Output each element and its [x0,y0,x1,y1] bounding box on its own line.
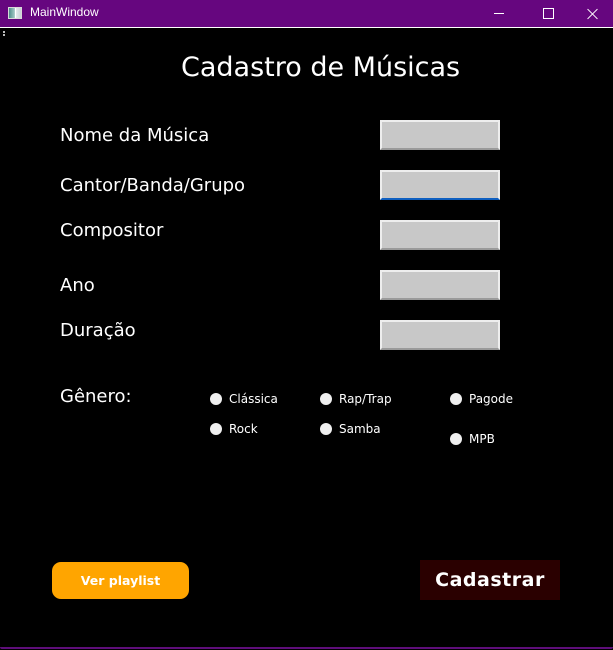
genre-radio-rock[interactable]: Rock [210,422,258,436]
song-name-label: Nome da Música [60,125,210,146]
year-label: Ano [60,275,95,296]
toolbar-grip-handle[interactable] [3,31,5,37]
composer-label: Compositor [60,220,164,241]
close-button[interactable] [569,0,613,27]
radio-circle-icon [210,423,222,435]
radio-label: Rap/Trap [339,392,392,406]
year-input[interactable] [380,270,500,300]
page-title: Cadastro de Músicas [181,52,461,83]
maximize-button[interactable] [525,0,571,27]
window-title: MainWindow [30,5,99,19]
radio-circle-icon [320,423,332,435]
duration-label: Duração [60,320,136,341]
radio-label: Clássica [229,392,278,406]
radio-circle-icon [450,393,462,405]
main-window: MainWindow Cadastro de Músicas Nome da M… [0,0,613,650]
artist-label: Cantor/Banda/Grupo [60,175,246,196]
genre-radio-samba[interactable]: Samba [320,422,381,436]
minimize-icon [494,13,504,14]
song-name-input[interactable] [380,120,500,150]
view-playlist-button[interactable]: Ver playlist [52,562,189,599]
genre-label: Gênero: [60,386,132,407]
minimize-button[interactable] [476,0,522,27]
radio-label: Pagode [469,392,514,406]
register-button[interactable]: Cadastrar [420,560,560,600]
genre-radio-classica[interactable]: Clássica [210,392,278,406]
genre-radio-mpb[interactable]: MPB [450,432,495,446]
radio-label: Rock [229,422,258,436]
close-icon [587,8,598,19]
composer-input[interactable] [380,220,500,250]
radio-label: MPB [469,432,495,446]
window-bottom-border [0,647,613,649]
genre-radio-pagode[interactable]: Pagode [450,392,513,406]
radio-circle-icon [450,433,462,445]
maximize-icon [542,8,554,19]
duration-input[interactable] [380,320,500,350]
title-bar[interactable]: MainWindow [0,0,613,27]
app-icon [8,7,22,19]
radio-label: Samba [339,422,381,436]
radio-circle-icon [210,393,222,405]
genre-radio-rap-trap[interactable]: Rap/Trap [320,392,392,406]
artist-input[interactable] [380,170,500,200]
title-bar-divider [0,27,613,28]
radio-circle-icon [320,393,332,405]
